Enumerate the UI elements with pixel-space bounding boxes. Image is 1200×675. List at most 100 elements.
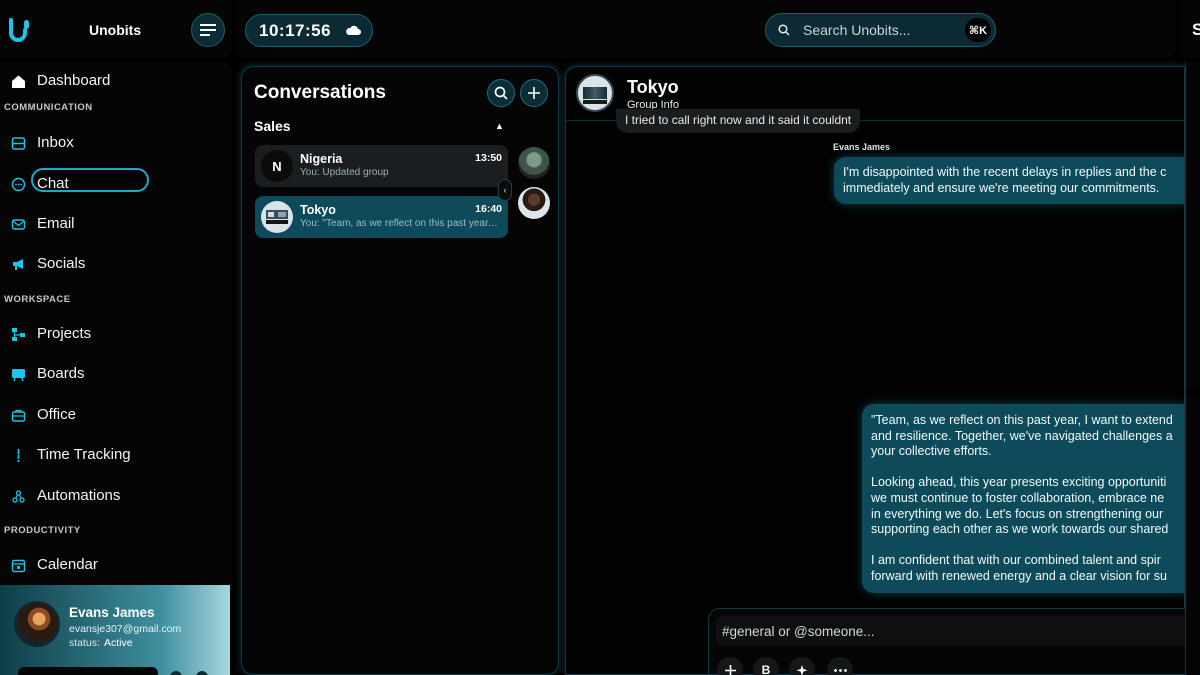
sidebar-item-label: Inbox bbox=[37, 133, 74, 151]
search-icon bbox=[778, 24, 790, 36]
profile-status: status: Active bbox=[69, 637, 133, 649]
message-composer: #general or @someone... B bbox=[708, 608, 1188, 675]
topbar bbox=[236, 0, 1176, 58]
message-line: I'm disappointed with the recent delays … bbox=[843, 165, 1167, 179]
inbox-icon bbox=[10, 135, 26, 151]
sidebar-item-label: Calendar bbox=[37, 555, 98, 573]
chat-title: Tokyo bbox=[627, 77, 679, 97]
conversation-time: 16:40 bbox=[475, 203, 502, 215]
cloud-icon bbox=[346, 25, 362, 35]
hamburger-icon bbox=[200, 24, 216, 36]
plus-icon bbox=[528, 87, 540, 99]
home-icon bbox=[10, 73, 26, 89]
message-bubble-outgoing: I'm disappointed with the recent delays … bbox=[834, 157, 1184, 205]
sidebar-item-automations[interactable]: Automations bbox=[0, 481, 232, 509]
search-conversations-button[interactable] bbox=[487, 79, 515, 107]
avatar bbox=[576, 74, 614, 112]
profile-action-bar[interactable] bbox=[18, 667, 158, 675]
attach-button[interactable] bbox=[717, 657, 743, 675]
sidebar-item-label: Dashboard bbox=[37, 71, 111, 89]
collapse-panel-button[interactable]: ‹ bbox=[498, 179, 512, 201]
plus-icon bbox=[724, 664, 736, 675]
stopwatch-icon bbox=[10, 447, 26, 463]
chat-panel: Tokyo Group Info I tried to call right n… bbox=[565, 66, 1185, 675]
sidebar-item-calendar[interactable]: Calendar bbox=[0, 550, 232, 578]
sidebar-item-inbox[interactable]: Inbox bbox=[0, 128, 232, 156]
user-profile-card[interactable]: Evans James evansje307@gmail.com status:… bbox=[0, 585, 230, 675]
message-line: we must continue to foster collaboration… bbox=[871, 490, 1165, 505]
message-line: immediately and ensure we're meeting our… bbox=[843, 180, 1160, 195]
sidebar-item-time-tracking[interactable]: Time Tracking bbox=[0, 440, 232, 468]
avatar bbox=[261, 201, 293, 233]
right-panel-title: S bbox=[1192, 20, 1200, 39]
clock-widget: 10:17:56 bbox=[245, 14, 373, 47]
profile-action-icon[interactable] bbox=[170, 671, 182, 675]
sidebar-item-label: Socials bbox=[37, 254, 86, 272]
menu-toggle-button[interactable] bbox=[191, 13, 225, 47]
right-panel-header: S bbox=[1180, 0, 1200, 58]
group-image-icon bbox=[266, 210, 288, 224]
clock-time: 10:17:56 bbox=[259, 20, 332, 40]
chevron-left-icon: ‹ bbox=[503, 185, 507, 195]
message-line: your collective efforts. bbox=[871, 444, 992, 459]
sidebar-item-office[interactable]: Office bbox=[0, 400, 232, 428]
conversation-group-label[interactable]: Sales bbox=[254, 118, 291, 134]
sidebar-item-email[interactable]: Email bbox=[0, 209, 232, 237]
conversation-name: Tokyo bbox=[300, 203, 336, 217]
briefcase-icon bbox=[10, 407, 26, 423]
conversations-title: Conversations bbox=[254, 82, 386, 103]
status-value: Active bbox=[103, 637, 133, 649]
profile-settings-icon[interactable] bbox=[196, 671, 208, 675]
message-bubble-outgoing: "Team, as we reflect on this past year, … bbox=[862, 404, 1184, 593]
new-conversation-button[interactable] bbox=[520, 79, 548, 107]
mail-icon bbox=[10, 216, 26, 232]
sparkle-icon bbox=[796, 664, 807, 675]
app-name: Unobits bbox=[89, 22, 142, 38]
board-icon bbox=[10, 366, 26, 382]
more-horizontal-icon bbox=[833, 668, 847, 672]
avatar: N bbox=[261, 150, 293, 182]
collapse-group-icon[interactable]: ▲ bbox=[495, 121, 504, 131]
section-workspace: WORKSPACE bbox=[4, 294, 71, 305]
sidebar-item-label: Projects bbox=[37, 324, 92, 342]
avatar[interactable] bbox=[518, 147, 550, 179]
sidebar-item-label: Automations bbox=[37, 486, 121, 504]
automation-icon bbox=[10, 488, 26, 504]
avatar[interactable] bbox=[518, 187, 550, 219]
global-search[interactable]: Search Unobits... ⌘K bbox=[765, 13, 996, 47]
megaphone-icon bbox=[10, 256, 26, 272]
message-sender: Evans James bbox=[833, 142, 891, 152]
sidebar-item-label: Time Tracking bbox=[37, 445, 131, 463]
sidebar-item-boards[interactable]: Boards bbox=[0, 359, 232, 387]
profile-name: Evans James bbox=[69, 605, 155, 620]
conversation-preview: You: "Team, as we reflect on this past y… bbox=[300, 218, 500, 229]
message-line: supporting each other as we work towards… bbox=[871, 522, 1169, 537]
sidebar-item-socials[interactable]: Socials bbox=[0, 249, 232, 277]
sidebar-item-projects[interactable]: Projects bbox=[0, 319, 232, 347]
more-options-button[interactable] bbox=[827, 657, 853, 675]
conversations-panel: Conversations Sales ▲ N Nigeria 13:50 Yo… bbox=[241, 66, 559, 675]
brand-area: Unobits bbox=[0, 0, 232, 58]
message-line: I am confident that with our combined ta… bbox=[871, 553, 1161, 568]
section-productivity: PRODUCTIVITY bbox=[4, 525, 81, 536]
sidebar-item-chat[interactable]: Chat bbox=[0, 168, 232, 197]
conversation-item-nigeria[interactable]: N Nigeria 13:50 You: Updated group bbox=[255, 145, 508, 187]
sidebar-item-dashboard[interactable]: Dashboard bbox=[0, 66, 232, 94]
conversation-item-tokyo[interactable]: Tokyo 16:40 You: "Team, as we reflect on… bbox=[255, 196, 508, 238]
hierarchy-icon bbox=[10, 326, 26, 342]
search-icon bbox=[494, 86, 508, 100]
panel-divider bbox=[1186, 388, 1200, 398]
ai-sparkle-button[interactable] bbox=[789, 657, 815, 675]
section-communication: COMMUNICATION bbox=[4, 102, 93, 113]
conversation-time: 13:50 bbox=[475, 152, 502, 164]
avatar bbox=[14, 601, 60, 647]
conversation-preview: You: Updated group bbox=[300, 167, 389, 178]
message-bubble-incoming: I tried to call right now and it said it… bbox=[616, 109, 861, 133]
sidebar-item-label: Email bbox=[37, 214, 75, 232]
chat-bubble-icon bbox=[10, 176, 26, 192]
bold-button[interactable]: B bbox=[753, 657, 779, 675]
calendar-icon bbox=[10, 557, 26, 573]
message-input[interactable]: #general or @someone... bbox=[716, 616, 1186, 646]
